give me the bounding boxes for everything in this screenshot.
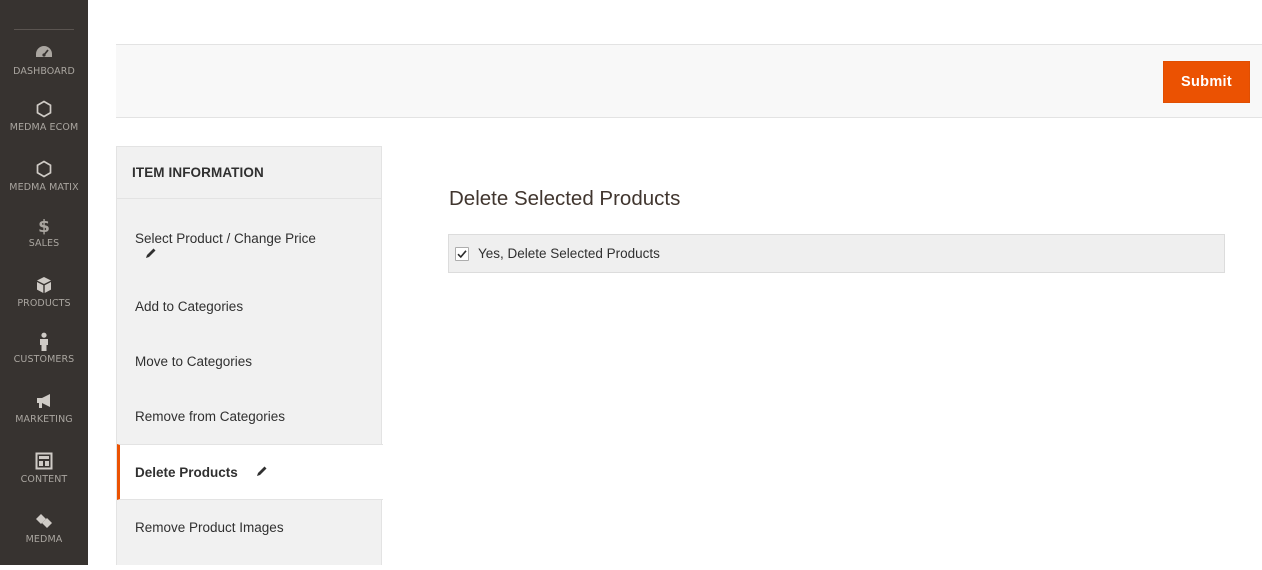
tabs-title: ITEM INFORMATION	[117, 147, 381, 199]
menu-item-marketing[interactable]: MARKETING	[0, 392, 88, 450]
tab-label: Select Product / Change Price	[135, 231, 316, 246]
dashboard-gauge-icon	[0, 44, 88, 66]
menu-item-medma-matix[interactable]: MEDMA MATIX	[0, 160, 88, 218]
menu-item-label: MEDMA	[25, 534, 63, 545]
menu-item-sales[interactable]: $ SALES	[0, 216, 88, 274]
menu-item-content[interactable]: CONTENT	[0, 452, 88, 510]
menu-item-label: MEDMA MATIX	[9, 182, 79, 193]
tab-move-to-categories[interactable]: Move to Categories	[117, 334, 382, 390]
item-information-tabs: ITEM INFORMATION Select Product / Change…	[116, 146, 383, 565]
menu-item-medma[interactable]: MEDMA	[0, 512, 88, 570]
delete-confirm-label: Yes, Delete Selected Products	[478, 246, 660, 261]
submit-button[interactable]: Submit	[1163, 61, 1250, 103]
menu-item-label: DASHBOARD	[13, 66, 75, 77]
tab-label: Move to Categories	[135, 354, 253, 369]
tab-select-product-change-price[interactable]: Select Product / Change Price	[117, 207, 382, 263]
tab-label: Delete Products	[135, 465, 238, 480]
tab-delete-products[interactable]: Delete Products	[117, 444, 383, 500]
menu-item-customers[interactable]: CUSTOMERS	[0, 332, 88, 390]
page-actions-bar: Submit	[116, 44, 1262, 118]
menu-item-products[interactable]: PRODUCTS	[0, 276, 88, 334]
layout-icon	[0, 452, 88, 474]
pencil-icon	[145, 247, 382, 259]
menu-item-label: CUSTOMERS	[13, 354, 75, 365]
menu-item-label: CONTENT	[20, 474, 68, 485]
tab-remove-from-categories[interactable]: Remove from Categories	[117, 389, 382, 445]
menu-item-dashboard[interactable]: DASHBOARD	[0, 44, 88, 102]
checkmark-icon	[457, 250, 467, 259]
delete-confirm-row[interactable]: Yes, Delete Selected Products	[448, 234, 1225, 273]
tab-label: Remove from Categories	[135, 409, 286, 424]
menu-item-label: MEDMA ECOM	[9, 122, 79, 133]
diamond-icon	[0, 512, 88, 534]
pencil-icon	[256, 445, 268, 501]
tab-add-to-categories[interactable]: Add to Categories	[117, 279, 382, 335]
tab-remove-product-images[interactable]: Remove Product Images	[117, 500, 382, 556]
menu-item-label: PRODUCTS	[17, 298, 71, 309]
dollar-icon: $	[38, 217, 50, 237]
admin-menu: DASHBOARD MEDMA ECOM MEDMA MATIX $ SALES…	[0, 0, 88, 565]
person-icon	[0, 332, 88, 354]
megaphone-icon	[0, 392, 88, 414]
menu-item-medma-ecom[interactable]: MEDMA ECOM	[0, 100, 88, 158]
tab-label: Remove Product Images	[135, 520, 284, 535]
cube-icon	[0, 276, 88, 298]
menu-item-label: SALES	[28, 238, 60, 249]
hexagon-icon	[0, 160, 88, 182]
tab-label: Add to Categories	[135, 299, 244, 314]
menu-item-label: MARKETING	[15, 414, 73, 425]
hexagon-icon	[0, 100, 88, 122]
delete-confirm-checkbox[interactable]	[455, 247, 469, 261]
menu-divider	[14, 29, 74, 30]
section-title: Delete Selected Products	[449, 187, 681, 210]
